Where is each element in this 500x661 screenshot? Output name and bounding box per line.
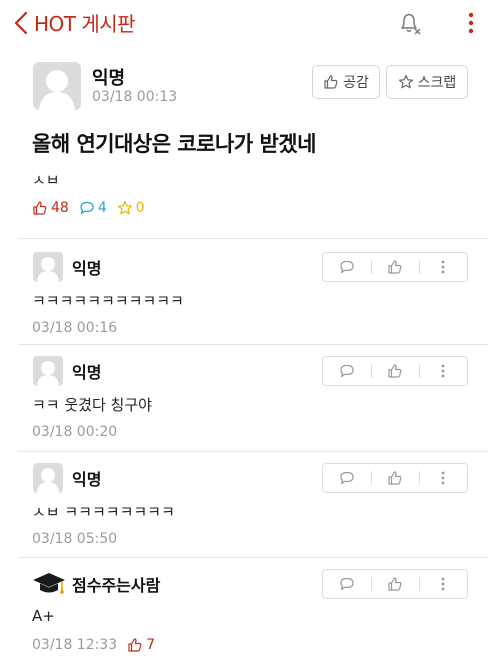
speech-bubble-icon [340, 577, 354, 591]
vertical-dots-icon [441, 471, 445, 485]
comment-count-value: 4 [97, 200, 107, 216]
reply-button[interactable] [323, 570, 371, 598]
comment-like-button[interactable] [371, 253, 419, 281]
reply-button[interactable] [323, 464, 371, 492]
scrap-button[interactable]: 스크랩 [386, 65, 468, 99]
page-title: HOT 게시판 [34, 12, 136, 36]
comment-timestamp: 03/18 00:16 [32, 320, 117, 336]
comment-more-button[interactable] [419, 253, 467, 281]
post-title: 올해 연기대상은 코로나가 받겠네 [32, 132, 316, 156]
back-button[interactable] [10, 10, 34, 36]
avatar [33, 463, 63, 493]
comment-item: 익명 ㅋㅋㅋㅋㅋㅋㅋㅋㅋㅋㅋ 03/18 00:16 [0, 240, 500, 340]
comment-item: 익명 ㅅㅂ ㅋㅋㅋㅋㅋㅋㅋㅋ 03/18 05:50 [0, 451, 500, 551]
comment-more-button[interactable] [419, 464, 467, 492]
chevron-left-icon [14, 11, 28, 35]
vertical-dots-icon [441, 364, 445, 378]
bell-off-icon [401, 13, 421, 35]
speech-bubble-icon [340, 364, 354, 378]
default-avatar-icon [37, 468, 59, 493]
comment-actions [322, 463, 468, 493]
reply-button[interactable] [323, 253, 371, 281]
avatar [33, 356, 63, 386]
comment-author: 점수주는사람 [72, 576, 161, 595]
comment-actions [322, 356, 468, 386]
avatar [33, 252, 63, 282]
comment-like-button[interactable] [371, 357, 419, 385]
comment-like-count: 7 [127, 637, 155, 653]
thumbs-up-icon [128, 638, 142, 652]
comment-text: A+ [32, 607, 55, 625]
comment-actions [322, 252, 468, 282]
post-timestamp: 03/18 00:13 [92, 89, 178, 105]
top-bar: HOT 게시판 [0, 0, 500, 46]
vertical-dots-icon [441, 577, 445, 591]
comment-actions [322, 569, 468, 599]
comment-more-button[interactable] [419, 570, 467, 598]
thumbs-up-icon [388, 577, 402, 591]
comment-timestamp: 03/18 00:20 [32, 424, 117, 440]
comment-text: ㅋㅋ 웃겼다 칭구야 [32, 396, 152, 414]
speech-bubble-icon [340, 471, 354, 485]
like-button[interactable]: 공감 [312, 65, 380, 99]
comment-author: 익명 [72, 259, 102, 278]
thumbs-up-icon [33, 201, 47, 215]
like-button-label: 공감 [343, 75, 369, 91]
star-icon [398, 74, 413, 89]
notification-off-button[interactable] [396, 9, 424, 37]
thumbs-up-icon [388, 364, 402, 378]
comment-item: 점수주는사람 A+ 03/18 12:33 7 [0, 557, 500, 657]
vertical-dots-icon [468, 12, 474, 34]
comment-count: 4 [79, 200, 107, 216]
avatar [33, 62, 81, 110]
more-options-button[interactable] [462, 10, 480, 36]
vertical-dots-icon [441, 260, 445, 274]
comment-item: 익명 ㅋㅋ 웃겼다 칭구야 03/18 00:20 [0, 344, 500, 444]
star-icon [117, 200, 132, 215]
post-body: ㅅㅂ [32, 171, 60, 189]
speech-bubble-icon [80, 201, 94, 215]
comment-text: ㅋㅋㅋㅋㅋㅋㅋㅋㅋㅋㅋ [32, 292, 184, 310]
post-stats: 48 4 0 [32, 200, 145, 216]
comment-like-count-value: 7 [146, 637, 156, 653]
thumbs-up-icon [324, 75, 338, 89]
comment-author: 익명 [72, 470, 102, 489]
scrap-button-label: 스크랩 [417, 75, 457, 91]
comment-time: 03/18 12:33 [32, 637, 118, 653]
reply-button[interactable] [323, 357, 371, 385]
like-count-value: 48 [51, 200, 69, 216]
divider [18, 238, 488, 239]
comment-more-button[interactable] [419, 357, 467, 385]
comment-like-button[interactable] [371, 570, 419, 598]
comment-time: 03/18 00:16 [32, 320, 118, 336]
scrap-count: 0 [117, 200, 145, 216]
speech-bubble-icon [340, 260, 354, 274]
scrap-count-value: 0 [135, 200, 145, 216]
thumbs-up-icon [388, 471, 402, 485]
like-count: 48 [32, 200, 69, 216]
default-avatar-icon [39, 70, 75, 110]
graduation-cap-icon [31, 567, 67, 601]
thumbs-up-icon [388, 260, 402, 274]
comment-timestamp: 03/18 05:50 [32, 531, 117, 547]
comment-time: 03/18 00:20 [32, 424, 118, 440]
post-author: 익명 [92, 68, 126, 89]
comment-author: 익명 [72, 363, 102, 382]
default-avatar-icon [37, 257, 59, 282]
comment-like-button[interactable] [371, 464, 419, 492]
comment-time: 03/18 05:50 [32, 531, 118, 547]
comment-text: ㅅㅂ ㅋㅋㅋㅋㅋㅋㅋㅋ [32, 503, 175, 521]
default-avatar-icon [37, 361, 59, 386]
comment-timestamp: 03/18 12:33 7 [32, 637, 155, 653]
